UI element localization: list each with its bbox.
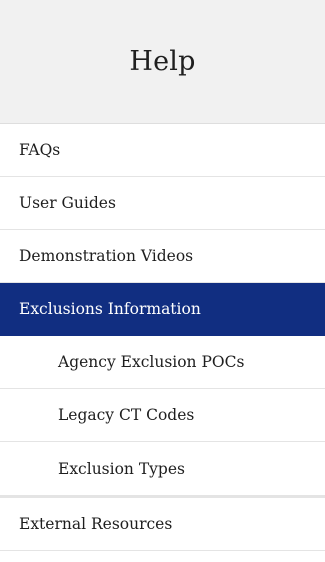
help-nav-list: FAQs User Guides Demonstration Videos Ex… [0, 124, 325, 551]
sidebar-title: Help [129, 46, 196, 77]
nav-item-faqs[interactable]: FAQs [0, 124, 325, 177]
nav-item-demonstration-videos[interactable]: Demonstration Videos [0, 230, 325, 283]
nav-subitem-legacy-ct-codes[interactable]: Legacy CT Codes [0, 389, 325, 442]
help-sidebar: Help FAQs User Guides Demonstration Vide… [0, 0, 325, 562]
nav-item-exclusions-information[interactable]: Exclusions Information [0, 283, 325, 336]
nav-subitem-exclusion-types[interactable]: Exclusion Types [0, 442, 325, 495]
nav-item-external-resources[interactable]: External Resources [0, 495, 325, 551]
nav-item-user-guides[interactable]: User Guides [0, 177, 325, 230]
sidebar-header: Help [0, 0, 325, 124]
nav-subitem-agency-exclusion-pocs[interactable]: Agency Exclusion POCs [0, 336, 325, 389]
